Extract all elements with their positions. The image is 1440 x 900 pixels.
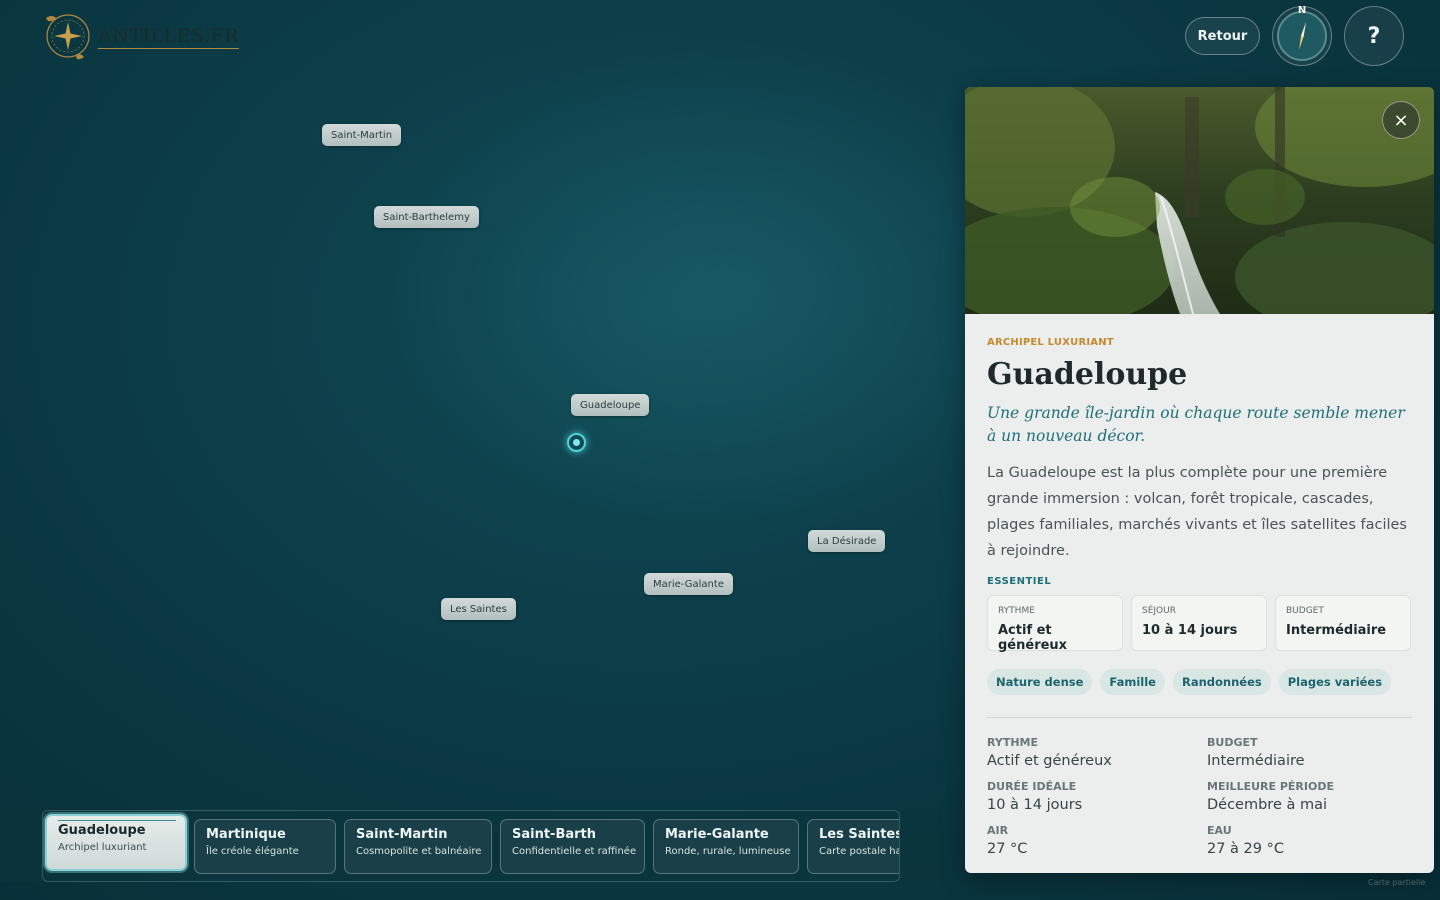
panel-content: ARCHIPEL LUXURIANT Guadeloupe Une grande…	[965, 337, 1434, 857]
island-card-guadeloupe[interactable]: Guadeloupe Archipel luxuriant	[45, 814, 187, 871]
fact-budget: BUDGET Intermédiaire	[1207, 736, 1407, 769]
essential-key: SÉJOUR	[1142, 606, 1176, 616]
island-card-saint-martin[interactable]: Saint-Martin Cosmopolite et balnéaire	[344, 819, 492, 874]
island-card-marie-galante[interactable]: Marie-Galante Ronde, rurale, lumineuse	[653, 819, 799, 874]
fact-key: DURÉE IDÉALE	[987, 780, 1077, 793]
essentials-heading: ESSENTIEL	[987, 576, 1052, 587]
fact-best-period: MEILLEURE PÉRIODE Décembre à mai	[1207, 780, 1407, 813]
essential-value: Actif et généreux	[998, 623, 1068, 653]
fact-value: Intermédiaire	[1207, 753, 1305, 769]
island-card-martinique[interactable]: Martinique Île créole élégante	[194, 819, 336, 874]
essential-stay: SÉJOUR 10 à 14 jours	[1131, 595, 1267, 651]
tag-nature-dense[interactable]: Nature dense	[987, 669, 1093, 695]
island-card-title: Marie-Galante	[665, 827, 769, 842]
tag-plages-variees[interactable]: Plages variées	[1278, 669, 1392, 695]
island-strip[interactable]: Guadeloupe Archipel luxuriant Martinique…	[42, 810, 900, 882]
map-watermark: Carte partielle	[1368, 878, 1426, 887]
close-panel-button[interactable]: ×	[1382, 101, 1420, 139]
tag-famille[interactable]: Famille	[1100, 669, 1165, 695]
island-kicker: ARCHIPEL LUXURIANT	[987, 337, 1114, 348]
divider	[987, 717, 1412, 718]
facts-grid: RYTHME Actif et généreux BUDGET Interméd…	[987, 736, 1412, 857]
fact-key: MEILLEURE PÉRIODE	[1207, 780, 1334, 793]
fact-value: Actif et généreux	[987, 753, 1112, 769]
island-card-les-saintes[interactable]: Les Saintes Carte postale ha	[807, 819, 900, 874]
compass-button[interactable]: N	[1272, 5, 1332, 66]
map-pin-guadeloupe[interactable]	[567, 433, 586, 452]
essential-rhythm: RYTHME Actif et généreux	[987, 595, 1123, 653]
fact-duration: DURÉE IDÉALE 10 à 14 jours	[987, 780, 1207, 813]
island-photo: ×	[965, 87, 1434, 314]
essential-value: 10 à 14 jours	[1142, 623, 1238, 638]
fact-key: EAU	[1207, 824, 1232, 837]
island-card-subtitle: Carte postale ha	[819, 846, 900, 857]
island-title: Guadeloupe	[987, 357, 1188, 392]
fact-value: 27 à 29 °C	[1207, 841, 1284, 857]
map-label-la-desirade[interactable]: La Désirade	[808, 530, 886, 552]
tag-randonnees[interactable]: Randonnées	[1172, 669, 1271, 695]
island-card-subtitle: Archipel luxuriant	[58, 842, 147, 853]
fact-value: 10 à 14 jours	[987, 797, 1083, 813]
island-card-title: Les Saintes	[819, 827, 900, 842]
fact-value: Décembre à mai	[1207, 797, 1328, 813]
essentials-row: RYTHME Actif et généreux SÉJOUR 10 à 14 …	[987, 595, 1412, 653]
essential-value: Intermédiaire	[1286, 623, 1387, 638]
island-tagline: Une grande île-jardin où chaque route se…	[987, 404, 1405, 445]
brand-name: ANTILLES.FR	[98, 25, 239, 47]
island-detail-panel: × ARCHIPEL LUXURIANT Guadeloupe Une gran…	[965, 87, 1434, 873]
fact-key: RYTHME	[987, 736, 1039, 749]
essential-budget: BUDGET Intermédiaire	[1275, 595, 1411, 651]
fact-air-temperature: AIR 27 °C	[987, 824, 1207, 857]
map-label-guadeloupe[interactable]: Guadeloupe	[571, 394, 650, 416]
island-card-saint-barth[interactable]: Saint-Barth Confidentielle et raffinée	[500, 819, 645, 874]
pin-dot-icon	[573, 439, 580, 446]
island-card-subtitle: Confidentielle et raffinée	[512, 846, 637, 857]
help-button[interactable]: ?	[1344, 6, 1404, 66]
compass-rose-logo-icon	[46, 14, 90, 60]
island-card-title: Guadeloupe	[58, 823, 146, 838]
map-label-saint-barthelemy[interactable]: Saint-Barthelemy	[374, 206, 479, 228]
island-card-title: Saint-Martin	[356, 827, 448, 842]
fact-value: 27 °C	[987, 841, 1028, 857]
island-card-subtitle: Ronde, rurale, lumineuse	[665, 846, 791, 857]
map-label-marie-galante[interactable]: Marie-Galante	[644, 573, 733, 595]
brand-logo[interactable]: ANTILLES.FR	[40, 10, 250, 62]
fact-key: AIR	[987, 824, 1009, 837]
map-label-les-saintes[interactable]: Les Saintes	[441, 598, 516, 620]
island-card-subtitle: Île créole élégante	[206, 846, 299, 857]
fact-water-temperature: EAU 27 à 29 °C	[1207, 824, 1407, 857]
tag-list: Nature dense Famille Randonnées Plages v…	[987, 669, 1412, 695]
fact-key: BUDGET	[1207, 736, 1258, 749]
essential-key: BUDGET	[1286, 606, 1324, 616]
back-button[interactable]: Retour	[1185, 17, 1260, 55]
island-description: La Guadeloupe est la plus complète pour …	[987, 465, 1407, 559]
island-card-title: Martinique	[206, 827, 286, 842]
map-label-saint-martin[interactable]: Saint-Martin	[322, 124, 402, 146]
fact-rhythm: RYTHME Actif et généreux	[987, 736, 1207, 769]
island-card-title: Saint-Barth	[512, 827, 597, 842]
essential-key: RYTHME	[998, 606, 1035, 616]
island-card-subtitle: Cosmopolite et balnéaire	[356, 846, 482, 857]
compass-icon: N	[1277, 5, 1327, 61]
